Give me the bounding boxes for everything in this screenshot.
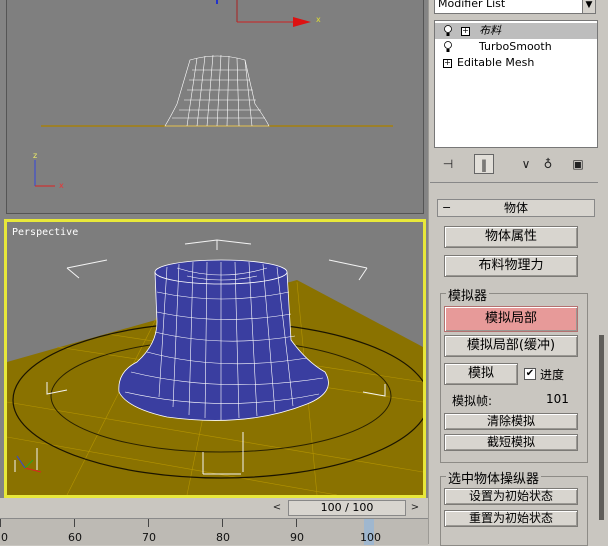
time-slider-thumb[interactable]: 100 / 100 (288, 500, 406, 516)
ruler-label: 60 (68, 531, 82, 544)
modifier-stack: + 布料 TurboSmooth + Editable Mesh (434, 20, 598, 148)
pin-stack-icon[interactable]: ⊣ (438, 154, 458, 174)
stack-toolbar: ⊣ ‖ ∨ ♁ ▣ (434, 152, 598, 176)
ruler-label: 80 (216, 531, 230, 544)
rollout-header-object[interactable]: − 物体 (437, 199, 595, 217)
axis-arrow-icon (293, 17, 311, 27)
expand-icon[interactable]: + (461, 27, 470, 36)
divider (430, 182, 598, 183)
top-axis-x-label: x (316, 15, 321, 24)
simulator-group-title: 模拟器 (446, 285, 490, 304)
cloth-forces-button[interactable]: 布料物理力 (444, 255, 578, 277)
perspective-viewport-canvas (7, 239, 423, 495)
ruler-label: 70 (142, 531, 156, 544)
next-frame-button[interactable]: > (408, 500, 422, 516)
make-unique-icon[interactable]: ∨ (516, 154, 536, 174)
progress-label: 进度 (540, 368, 565, 382)
truncate-simulation-button[interactable]: 截短模拟 (444, 434, 578, 451)
remove-modifier-icon[interactable]: ♁ (538, 154, 558, 174)
stack-item-cloth[interactable]: + 布料 (435, 23, 597, 39)
sim-frame-label: 模拟帧: (452, 394, 493, 408)
selected-manipulator-title: 选中物体操纵器 (446, 468, 542, 487)
prev-frame-button[interactable]: < (270, 500, 284, 516)
stack-item-turbosmooth[interactable]: TurboSmooth (435, 39, 597, 55)
reset-initial-state-button[interactable]: 重置为初始状态 (444, 510, 578, 527)
clear-simulation-button[interactable]: 清除模拟 (444, 413, 578, 430)
simulate-local-button[interactable]: 模拟局部 (444, 306, 578, 332)
stack-item-label: 布料 (479, 24, 501, 37)
front-viewport-canvas: x z x (33, 0, 393, 190)
stack-item-label: Editable Mesh (457, 56, 535, 69)
lightbulb-icon[interactable] (443, 41, 453, 53)
expand-icon[interactable]: + (443, 59, 452, 68)
stack-item-label: TurboSmooth (479, 40, 552, 53)
ruler-label: 90 (290, 531, 304, 544)
ruler-label: 100 (360, 531, 381, 544)
chevron-down-icon[interactable]: ▼ (582, 0, 596, 14)
progress-checkbox[interactable]: ✔ (524, 368, 536, 380)
perspective-label[interactable]: Perspective (12, 227, 78, 238)
configure-sets-icon[interactable]: ▣ (568, 154, 588, 174)
ruler-label: 50 (0, 531, 8, 544)
simulate-local-damped-button[interactable]: 模拟局部(缓冲) (444, 335, 578, 357)
show-end-result-icon[interactable]: ‖ (474, 154, 494, 174)
lightbulb-icon[interactable] (443, 25, 453, 37)
simulate-button[interactable]: 模拟 (444, 363, 518, 385)
sim-frame-value: 101 (546, 392, 569, 406)
panel-scrollbar-thumb[interactable] (599, 335, 604, 520)
stack-item-editable-mesh[interactable]: + Editable Mesh (435, 55, 597, 71)
tripod-z-label: z (33, 151, 37, 160)
object-properties-button[interactable]: 物体属性 (444, 226, 578, 248)
cloth-wireframe-front (164, 54, 270, 127)
tripod-x-label: x (59, 181, 64, 190)
perspective-viewport[interactable]: Perspective (4, 219, 426, 498)
set-initial-state-button[interactable]: 设置为初始状态 (444, 488, 578, 505)
modifier-list-dropdown[interactable]: Modifier List (434, 0, 596, 14)
rollout-title: 物体 (503, 201, 528, 215)
track-bar-ruler[interactable]: 50 60 70 80 90 100 (0, 518, 428, 545)
collapse-icon: − (442, 201, 452, 214)
front-viewport[interactable]: x z x (6, 0, 424, 214)
